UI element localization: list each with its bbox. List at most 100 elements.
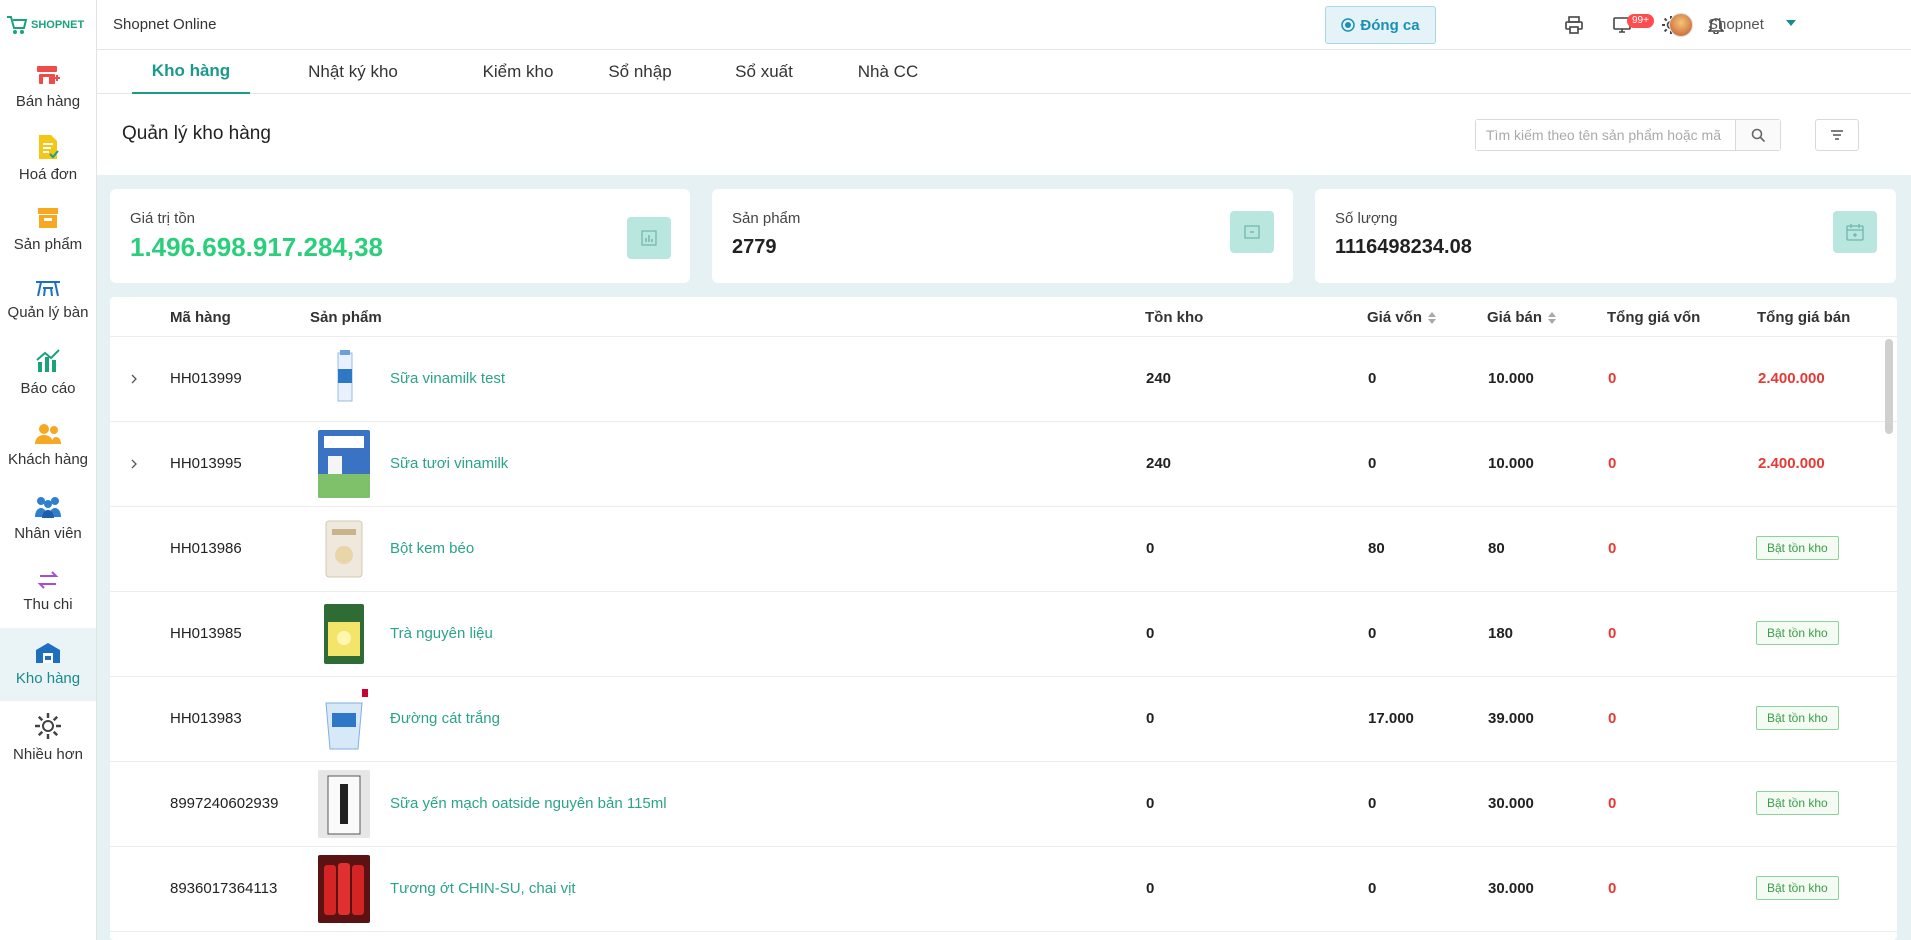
product-name-link[interactable]: Trà nguyên liệu [390, 625, 493, 642]
sidebar: SHOPNET Bán hàng Hoá đơn Sản phẩm Quản l… [0, 0, 97, 940]
sidebar-item-san-pham[interactable]: Sản phẩm [0, 195, 96, 263]
filter-icon [1831, 130, 1843, 140]
customers-icon [35, 424, 61, 444]
gia-von: 0 [1368, 795, 1377, 812]
chevron-right-icon[interactable] [128, 371, 140, 387]
table-icon [36, 281, 60, 297]
chart-icon [36, 349, 60, 372]
search-button[interactable] [1735, 120, 1780, 150]
search-icon [1751, 128, 1765, 142]
dong-ca-button[interactable]: Đóng ca [1325, 6, 1436, 44]
card-label: Số lượng [1335, 210, 1398, 227]
calendar-icon [1833, 211, 1877, 253]
record-icon [1341, 18, 1356, 32]
gia-ban: 10.000 [1488, 455, 1534, 472]
bat-ton-kho-button[interactable]: Bật tồn kho [1756, 706, 1839, 730]
tab-so-nhap[interactable]: Sổ nhập [585, 50, 695, 94]
logo-text: SHOPNET [31, 19, 85, 31]
sidebar-item-khach-hang[interactable]: Khách hàng [0, 409, 96, 482]
card-label: Giá trị tồn [130, 210, 196, 227]
sidebar-item-label: Khách hàng [7, 451, 89, 468]
col-gia-ban[interactable]: Giá bán [1487, 309, 1557, 326]
staff-icon [35, 497, 61, 518]
bat-ton-kho-button[interactable]: Bật tồn kho [1756, 536, 1839, 560]
tong-gia-von: 0 [1608, 880, 1617, 897]
table-row[interactable]: HH013999 Sữa vinamilk test 240 0 10.000 … [110, 337, 1897, 422]
table-row[interactable]: 8997240602939 Sữa yến mạch oatside nguyê… [110, 762, 1897, 847]
product-code: HH013983 [170, 710, 242, 727]
gia-ban: 39.000 [1488, 710, 1534, 727]
tab-nha-cc[interactable]: Nhà CC [833, 50, 943, 94]
user-name[interactable]: Shopnet [1708, 16, 1764, 33]
search-input[interactable] [1476, 120, 1735, 150]
sidebar-item-hoa-don[interactable]: Hoá đơn [0, 122, 96, 195]
product-name-link[interactable]: Đường cát trắng [390, 710, 500, 727]
gia-von: 0 [1368, 370, 1377, 387]
col-gia-von[interactable]: Giá vốn [1367, 309, 1437, 326]
sidebar-item-label: Thu chi [23, 596, 73, 613]
tab-so-xuat[interactable]: Sổ xuất [709, 50, 819, 94]
card-value: 1.496.698.917.284,38 [130, 232, 384, 262]
bat-ton-kho-button[interactable]: Bật tồn kho [1756, 621, 1839, 645]
notification-badge: 99+ [1627, 14, 1654, 28]
card-value: 2779 [732, 236, 777, 258]
tong-gia-von: 0 [1608, 370, 1617, 387]
table-row[interactable]: HH013986 Bột kem béo 0 80 80 0 Bật tồn k… [110, 507, 1897, 592]
product-code: 8997240602939 [170, 795, 279, 812]
cart-logo-icon [7, 16, 28, 34]
tong-gia-von: 0 [1608, 625, 1617, 642]
bat-ton-kho-button[interactable]: Bật tồn kho [1756, 876, 1839, 900]
product-name-link[interactable]: Sữa tươi vinamilk [390, 455, 508, 472]
gear-icon [35, 713, 61, 739]
product-name-link[interactable]: Tương ớt CHIN-SU, chai vịt [390, 880, 576, 897]
printer-icon[interactable] [1564, 15, 1584, 35]
col-gia-ban-label: Giá bán [1487, 309, 1543, 326]
table-row[interactable]: HH013995 Sữa tươi vinamilk 240 0 10.000 … [110, 422, 1897, 507]
shopnet-logo[interactable]: SHOPNET [0, 0, 96, 50]
sort-icon[interactable] [1548, 311, 1557, 324]
product-name-link[interactable]: Sữa yến mạch oatside nguyên bản 115ml [390, 795, 667, 812]
bat-ton-kho-button[interactable]: Bật tồn kho [1756, 791, 1839, 815]
table-row[interactable]: HH013985 Trà nguyên liệu 0 0 180 0 Bật t… [110, 592, 1897, 677]
sidebar-item-ban-hang[interactable]: Bán hàng [0, 50, 96, 122]
product-image [318, 855, 370, 923]
ton-kho: 0 [1146, 880, 1155, 897]
table-header: Mã hàng Sản phẩm Tồn kho Giá vốn Giá bán… [110, 297, 1897, 337]
chevron-right-icon[interactable] [128, 456, 140, 472]
card-label: Sản phẩm [732, 210, 801, 227]
ton-kho: 0 [1146, 710, 1155, 727]
table-row[interactable]: HH013983 Đường cát trắng 0 17.000 39.000… [110, 677, 1897, 762]
tong-gia-von: 0 [1608, 710, 1617, 727]
product-name-link[interactable]: Sữa vinamilk test [390, 370, 505, 387]
sidebar-item-kho-hang[interactable]: Kho hàng [0, 628, 96, 701]
sidebar-item-thu-chi[interactable]: Thu chi [0, 555, 96, 628]
sidebar-item-bao-cao[interactable]: Báo cáo [0, 336, 96, 409]
product-name-link[interactable]: Bột kem béo [390, 540, 474, 557]
product-image [318, 430, 370, 498]
sidebar-item-quan-ly-ban[interactable]: Quản lý bàn [0, 263, 96, 336]
gia-ban: 30.000 [1488, 880, 1534, 897]
filter-button[interactable] [1815, 119, 1859, 151]
sidebar-item-label: Quản lý bàn [7, 304, 89, 321]
sidebar-item-nhan-vien[interactable]: Nhân viên [0, 482, 96, 555]
avatar[interactable] [1669, 13, 1693, 37]
sort-icon[interactable] [1428, 311, 1437, 324]
sidebar-item-nhieu-hon[interactable]: Nhiều hơn [0, 701, 96, 774]
col-tong-gia-ban: Tổng giá bán [1757, 309, 1851, 326]
tab-kiem-kho[interactable]: Kiểm kho [463, 50, 573, 94]
gia-von: 0 [1368, 880, 1377, 897]
app-title: Shopnet Online [113, 16, 217, 33]
gia-von: 80 [1368, 540, 1385, 557]
box-icon [38, 207, 58, 228]
sidebar-item-label: Kho hàng [15, 670, 81, 687]
bar-chart-icon [627, 217, 671, 259]
product-image [318, 345, 370, 413]
chevron-down-icon[interactable] [1786, 20, 1796, 26]
table-scrollbar[interactable] [1885, 339, 1893, 434]
table-row[interactable]: 8936017364113 Tương ớt CHIN-SU, chai vịt… [110, 847, 1897, 932]
tab-kho-hang[interactable]: Kho hàng [132, 50, 250, 94]
tab-nhat-ky-kho[interactable]: Nhật ký kho [283, 50, 423, 94]
tong-gia-von: 0 [1608, 455, 1617, 472]
product-code: 8936017364113 [170, 880, 278, 897]
product-code: HH013999 [170, 370, 242, 387]
